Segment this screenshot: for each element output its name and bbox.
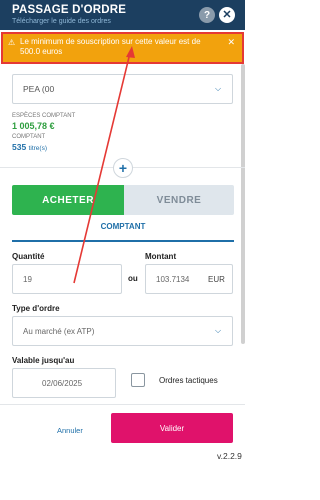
close-button[interactable]: ✕ [219, 7, 235, 23]
cancel-button[interactable]: Annuler [57, 426, 83, 435]
tactical-orders-checkbox[interactable] [131, 373, 145, 387]
quantity-value: 19 [23, 275, 32, 284]
validate-button[interactable]: Valider [111, 413, 233, 443]
alert-message: Le minimum de souscription sur cette val… [20, 37, 201, 56]
quantity-label: Quantité [12, 252, 45, 261]
tab-underline [12, 240, 234, 242]
or-label: ou [128, 274, 138, 283]
footer-divider [0, 404, 245, 405]
amount-input[interactable]: 103.7134 EUR [145, 264, 233, 294]
cash-value: 1 005,78 € [12, 121, 55, 131]
titles-unit: titre(s) [28, 145, 47, 152]
scrollbar[interactable] [241, 64, 245, 344]
validity-date-value: 02/06/2025 [42, 379, 83, 388]
chevron-down-icon: ⌵ [215, 84, 222, 93]
account-value: PEA (00 [23, 84, 55, 94]
cash-label: ESPÈCES COMPTANT [12, 113, 76, 119]
titles-value: 535 titre(s) [12, 142, 47, 152]
help-button[interactable]: ? [199, 7, 215, 23]
order-type-value: Au marché (ex ATP) [23, 327, 95, 336]
order-type-label: Type d'ordre [12, 304, 60, 313]
amount-value: 103.7134 [156, 275, 190, 284]
page-title: PASSAGE D'ORDRE [12, 4, 127, 16]
version-label: v.2.2.9 [217, 451, 242, 461]
titles-label: COMPTANT [12, 134, 46, 140]
buy-button[interactable]: ACHETER [12, 185, 124, 215]
sell-button[interactable]: VENDRE [124, 185, 234, 215]
minimum-subscription-alert: ⚠ Le minimum de souscription sur cette v… [1, 32, 244, 64]
amount-label: Montant [145, 252, 177, 261]
quantity-input[interactable]: 19 [12, 264, 122, 294]
amount-currency: EUR [208, 275, 225, 284]
warning-icon: ⚠ [8, 38, 16, 47]
validity-date-input[interactable]: 02/06/2025 [12, 368, 116, 398]
tab-comptant[interactable]: COMPTANT [12, 222, 234, 242]
order-type-select[interactable]: Au marché (ex ATP) ⌵ [12, 316, 233, 346]
validity-label: Valable jusqu'au [12, 356, 75, 365]
account-select[interactable]: PEA (00 ⌵ [12, 74, 233, 104]
download-guide-link[interactable]: Télécharger le guide des ordres [12, 18, 111, 25]
alert-close-icon[interactable]: ✕ [227, 37, 235, 47]
tactical-orders-label: Ordres tactiques [159, 376, 218, 385]
chevron-down-icon: ⌵ [215, 326, 222, 335]
header-bar: PASSAGE D'ORDRE Télécharger le guide des… [0, 0, 245, 30]
expand-plus-button[interactable]: + [113, 158, 133, 178]
titles-count: 535 [12, 142, 27, 152]
